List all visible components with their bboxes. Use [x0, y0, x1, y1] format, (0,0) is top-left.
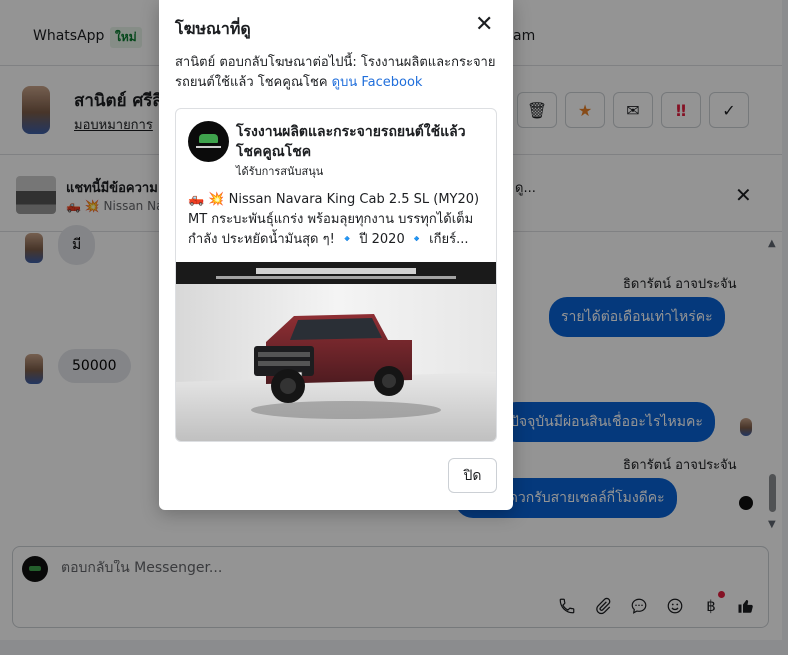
ad-viewed-dialog: โฆษณาที่ดู ✕ สานิตย์ ตอบกลับโฆษณาต่อไปนี…	[159, 0, 513, 510]
ad-text: 🛻 💥 Nissan Navara King Cab 2.5 SL (MY20)…	[188, 192, 480, 247]
ad-image	[176, 262, 496, 441]
dialog-description: สานิตย์ ตอบกลับโฆษณาต่อไปนี้: โรงงานผลิต…	[175, 53, 497, 93]
close-button[interactable]: ปิด	[448, 458, 497, 493]
dialog-title: โฆษณาที่ดู	[175, 19, 251, 38]
sponsored-label: ได้รับการสนับสนุน	[236, 165, 324, 178]
car-logo-icon	[199, 134, 218, 143]
page-name: โรงงานผลิตและกระจายรถยนต์ใช้แล้ว โชคคูณโ…	[236, 124, 466, 160]
page-logo	[188, 121, 229, 162]
ad-preview-card: โรงงานผลิตและกระจายรถยนต์ใช้แล้ว โชคคูณโ…	[175, 108, 497, 442]
view-on-facebook-link[interactable]: ดูบน Facebook	[332, 75, 423, 90]
close-icon[interactable]: ✕	[475, 14, 493, 36]
